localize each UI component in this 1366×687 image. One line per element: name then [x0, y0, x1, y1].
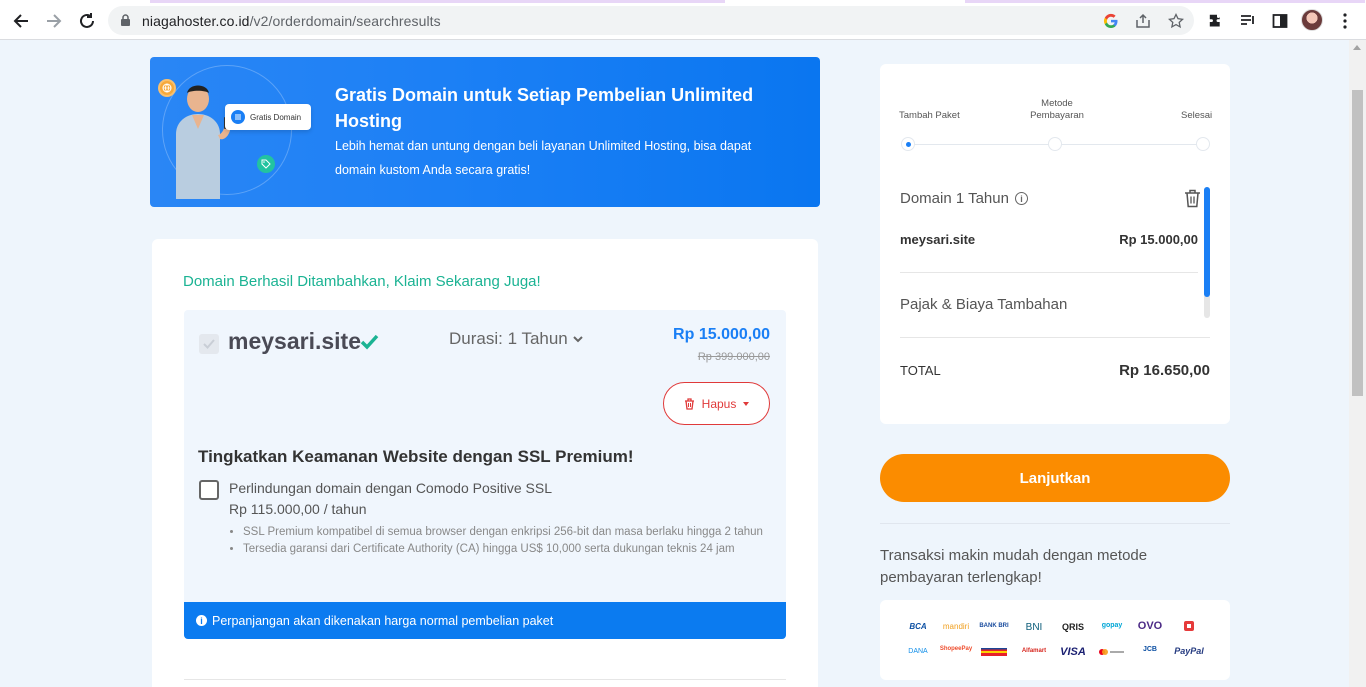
- cart-card: Domain Berhasil Ditambahkan, Klaim Sekar…: [152, 239, 818, 687]
- ssl-feature: SSL Premium kompatibel di semua browser …: [243, 524, 763, 541]
- info-icon[interactable]: i: [1014, 192, 1028, 205]
- side-panel-icon[interactable]: [1270, 11, 1290, 31]
- chip-label: Gratis Domain: [250, 112, 302, 122]
- chevron-down-icon: [573, 335, 583, 342]
- scrollbar-thumb[interactable]: [1352, 90, 1363, 396]
- alfamart-logo: Alfamart: [1021, 648, 1047, 654]
- step-tambah-paket: Tambah Paket: [899, 110, 960, 121]
- bri-logo: BANK BRI: [979, 623, 1009, 629]
- bni-logo: BNI: [1025, 622, 1043, 633]
- dana-logo: DANA: [908, 648, 928, 655]
- domain-checkbox: [199, 334, 219, 354]
- remove-label: Hapus: [701, 396, 737, 411]
- summary-scrollbar[interactable]: [1204, 187, 1210, 318]
- success-message: Domain Berhasil Ditambahkan, Klaim Sekar…: [183, 273, 541, 290]
- share-icon[interactable]: [1134, 12, 1152, 30]
- summary-domain-price: Rp 15.000,00: [1119, 232, 1198, 247]
- ssl-checkbox[interactable]: [199, 480, 219, 500]
- visa-logo: VISA: [1060, 646, 1086, 658]
- qris-logo: QRIS: [1061, 622, 1084, 632]
- jcb-logo: JCB: [1142, 646, 1157, 653]
- summary-item-title: Domain 1 Tahun: [900, 190, 1009, 207]
- profile-avatar[interactable]: [1301, 9, 1323, 31]
- mastercard-icon: [1094, 648, 1130, 658]
- browser-toolbar: niagahoster.co.id/v2/orderdomain/searchr…: [0, 0, 1366, 40]
- ssl-feature-list: SSL Premium kompatibel di semua browser …: [243, 524, 763, 558]
- ovo-logo: OVO: [1137, 620, 1163, 632]
- domain-price: Rp 15.000,00: [673, 326, 770, 343]
- address-bar[interactable]: niagahoster.co.id/v2/orderdomain/searchr…: [108, 6, 1194, 35]
- step-dot: [1196, 137, 1210, 151]
- payment-methods: BCA mandiri BANK BRI BNI QRIS gopay OVO …: [880, 600, 1230, 680]
- scroll-up-icon[interactable]: [1353, 45, 1361, 50]
- url-path: /v2/orderdomain/searchresults: [249, 13, 441, 29]
- wallet-red-icon: [1171, 620, 1207, 634]
- reload-icon[interactable]: [76, 10, 98, 32]
- domain-old-price: Rp 399.000,00: [697, 351, 770, 363]
- back-icon[interactable]: [10, 10, 32, 32]
- duration-label: Durasi: 1 Tahun: [449, 329, 568, 348]
- gratis-domain-chip: Gratis Domain: [225, 104, 311, 130]
- summary-tax-label: Pajak & Biaya Tambahan: [900, 296, 1068, 313]
- step-dot: [1048, 137, 1062, 151]
- extensions-icon[interactable]: [1206, 11, 1226, 31]
- indomaret-icon: [976, 646, 1012, 660]
- domain-item: meysari.site Durasi: 1 Tahun Rp 15.000,0…: [184, 310, 786, 639]
- renewal-notice: i Perpanjangan akan dikenakan harga norm…: [184, 602, 786, 639]
- lanjutkan-button[interactable]: Lanjutkan: [880, 454, 1230, 502]
- google-icon[interactable]: [1102, 12, 1120, 30]
- caret-down-icon: [743, 401, 750, 406]
- paypal-logo: PayPal: [1174, 646, 1204, 656]
- step-selesai: Selesai: [1181, 110, 1213, 121]
- payment-text: Transaksi makin mudah dengan metode pemb…: [880, 547, 1148, 586]
- menu-icon[interactable]: [1335, 11, 1355, 31]
- remove-button[interactable]: Hapus: [663, 382, 770, 425]
- gopay-logo: gopay: [1101, 622, 1123, 629]
- forward-icon[interactable]: [43, 10, 65, 32]
- check-icon: [360, 334, 379, 355]
- domain-name: meysari.site: [228, 328, 361, 354]
- page-scrollbar[interactable]: [1349, 40, 1366, 687]
- step-metode-pembayaran: Metode Pembayaran: [1030, 98, 1084, 121]
- domain-icon: [231, 110, 245, 124]
- reading-list-icon[interactable]: [1238, 11, 1258, 31]
- trash-icon[interactable]: [1184, 189, 1201, 213]
- ssl-title: Tingkatkan Keamanan Website dengan SSL P…: [198, 447, 634, 466]
- summary-domain: meysari.site: [900, 232, 976, 247]
- banner-title: Gratis Domain untuk Setiap Pembelian Unl…: [335, 85, 754, 131]
- lock-icon[interactable]: [120, 14, 131, 32]
- ssl-feature: Tersedia garansi dari Certificate Author…: [243, 541, 763, 558]
- shopeepay-logo: ShopeePay: [939, 646, 973, 652]
- duration-select[interactable]: Durasi: 1 Tahun: [449, 329, 583, 349]
- banner-description: Lebih hemat dan untung dengan beli layan…: [335, 139, 752, 177]
- mandiri-logo: mandiri: [942, 622, 970, 631]
- promo-banner: Gratis Domain Gratis Domain untuk Setiap…: [150, 57, 820, 207]
- notice-text: Perpanjangan akan dikenakan harga normal…: [212, 613, 554, 628]
- order-summary: Tambah Paket Metode Pembayaran Selesai D…: [880, 64, 1230, 424]
- url-text: niagahoster.co.id/v2/orderdomain/searchr…: [142, 13, 441, 29]
- trash-icon: [684, 397, 694, 410]
- ssl-option-price: Rp 115.000,00 / tahun: [229, 501, 367, 517]
- summary-item-label: Domain 1 Tahun i: [900, 190, 1028, 207]
- info-icon: i: [196, 615, 207, 626]
- tag-icon: [257, 155, 275, 173]
- url-host: niagahoster.co.id: [142, 13, 250, 29]
- step-dot-active: [901, 137, 915, 151]
- bookmark-star-icon[interactable]: [1167, 12, 1185, 30]
- person-illustration: [176, 85, 231, 199]
- total-label: TOTAL: [900, 363, 941, 378]
- bca-logo: BCA: [909, 622, 927, 631]
- ssl-option-name: Perlindungan domain dengan Comodo Positi…: [229, 480, 552, 496]
- total-value: Rp 16.650,00: [1119, 362, 1210, 379]
